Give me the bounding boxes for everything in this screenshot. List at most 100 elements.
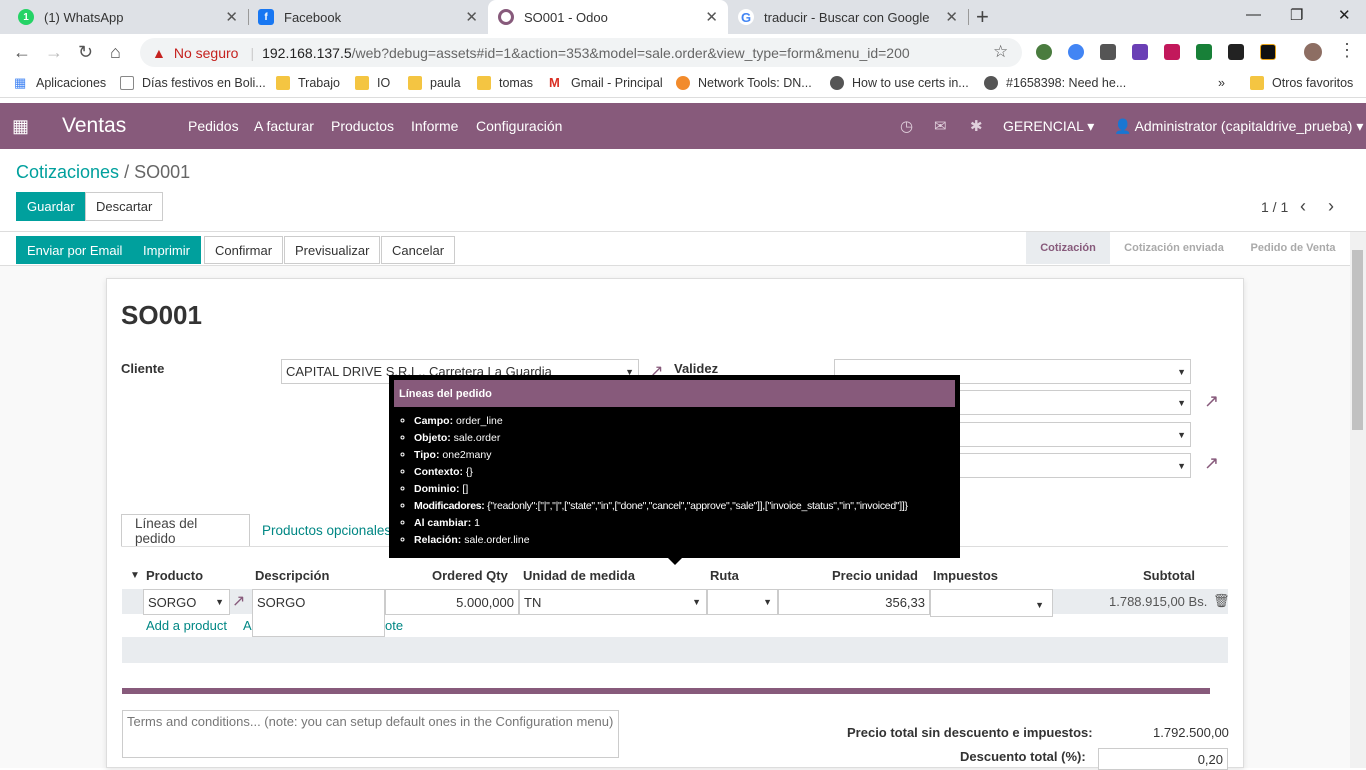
- company-switcher[interactable]: GERENCIAL ▾: [1003, 118, 1094, 135]
- extension-icon[interactable]: [1196, 44, 1212, 60]
- close-icon[interactable]: ✕: [705, 8, 718, 26]
- back-icon[interactable]: ←: [13, 42, 31, 63]
- menu-informe[interactable]: Informe: [411, 118, 458, 134]
- profile-avatar[interactable]: [1304, 43, 1322, 61]
- apps-menu-icon[interactable]: ▦: [12, 116, 29, 137]
- bookmark-item[interactable]: Días festivos en Boli...: [120, 76, 266, 90]
- more-bookmarks[interactable]: »: [1218, 76, 1225, 90]
- activity-clock-icon[interactable]: ◷: [900, 117, 913, 135]
- tab-order-lines[interactable]: Líneas del pedido: [121, 514, 250, 547]
- add-note-link[interactable]: ote: [385, 618, 403, 633]
- payment-terms-field[interactable]: ▼: [955, 422, 1191, 447]
- close-window-icon[interactable]: ✕: [1338, 6, 1351, 24]
- menu-productos[interactable]: Productos: [331, 118, 394, 134]
- bookmark-item[interactable]: #1658398: Need he...: [984, 76, 1126, 90]
- reload-icon[interactable]: ↻: [78, 42, 93, 63]
- trash-icon[interactable]: 🗑: [1213, 593, 1230, 609]
- breadcrumb-parent[interactable]: Cotizaciones: [16, 162, 119, 182]
- bookmark-item[interactable]: tomas: [477, 76, 533, 90]
- discount-field[interactable]: 0,20: [1098, 748, 1228, 770]
- bookmark-item[interactable]: Trabajo: [276, 76, 340, 90]
- tab-facebook[interactable]: f Facebook ✕: [248, 0, 488, 34]
- external-link-icon[interactable]: ↗: [232, 591, 245, 611]
- add-section-link[interactable]: A: [243, 618, 252, 633]
- collapse-caret-icon[interactable]: ▼: [130, 570, 140, 581]
- confirm-button[interactable]: Confirmar: [204, 236, 284, 264]
- menu-configuracion[interactable]: Configuración: [476, 118, 562, 134]
- close-icon[interactable]: ✕: [465, 8, 478, 26]
- forward-icon[interactable]: →: [45, 42, 63, 63]
- bookmark-item[interactable]: How to use certs in...: [830, 76, 969, 90]
- uom-field[interactable]: TN ▼: [519, 589, 707, 615]
- extension-icon[interactable]: [1164, 44, 1180, 60]
- tab-whatsapp[interactable]: 1 (1) WhatsApp ✕: [8, 0, 248, 34]
- new-tab-icon[interactable]: +: [976, 4, 989, 30]
- user-menu[interactable]: 👤 Administrator (capitaldrive_prueba) ▾: [1114, 118, 1363, 135]
- home-icon[interactable]: ⌂: [110, 42, 121, 63]
- cancel-button[interactable]: Cancelar: [381, 236, 456, 264]
- print-button[interactable]: Imprimir: [132, 236, 201, 264]
- product-field[interactable]: SORGO ▼: [143, 589, 230, 615]
- minimize-icon[interactable]: —: [1246, 6, 1261, 23]
- extension-icon[interactable]: [1036, 44, 1052, 60]
- route-field[interactable]: ▼: [707, 589, 778, 615]
- status-cotizacion-enviada[interactable]: Cotización enviada: [1110, 232, 1238, 264]
- extension-icon[interactable]: [1132, 44, 1148, 60]
- status-cotizacion[interactable]: Cotización: [1026, 232, 1110, 264]
- save-button[interactable]: Guardar: [16, 192, 86, 221]
- bookmark-item[interactable]: Network Tools: DN...: [676, 76, 812, 90]
- app-name[interactable]: Ventas: [62, 114, 126, 138]
- external-link-icon[interactable]: ↗: [1204, 453, 1219, 474]
- status-pedido-de-venta[interactable]: Pedido de Venta: [1238, 232, 1348, 264]
- close-icon[interactable]: ✕: [945, 8, 958, 26]
- description-field[interactable]: SORGO: [252, 589, 385, 637]
- pager-value[interactable]: 1 / 1: [1261, 199, 1288, 215]
- extension-icon[interactable]: [1260, 44, 1276, 60]
- salesperson-field[interactable]: ▼: [955, 453, 1191, 478]
- col-ruta[interactable]: Ruta: [710, 568, 739, 583]
- other-favorites[interactable]: Otros favoritos: [1250, 76, 1353, 90]
- discard-button[interactable]: Descartar: [85, 192, 164, 221]
- extension-icon[interactable]: [1068, 44, 1084, 60]
- col-impuestos[interactable]: Impuestos: [933, 568, 998, 583]
- terminal-icon[interactable]: [1228, 44, 1244, 60]
- price-field[interactable]: 356,33: [778, 589, 930, 615]
- scrollbar-thumb[interactable]: [1352, 250, 1363, 430]
- col-descripcion[interactable]: Descripción: [255, 568, 329, 583]
- external-link-icon[interactable]: ↗: [1204, 391, 1219, 412]
- close-icon[interactable]: ✕: [225, 8, 238, 26]
- next-record-icon[interactable]: ›: [1328, 196, 1334, 217]
- bookmark-item[interactable]: ▦ Aplicaciones: [14, 76, 106, 91]
- col-unidad[interactable]: Unidad de medida: [523, 568, 635, 583]
- url-field[interactable]: ▲ No seguro | 192.168.137.5/web?debug=as…: [140, 38, 1022, 67]
- col-subtotal[interactable]: Subtotal: [1143, 568, 1195, 583]
- bookmark-item[interactable]: M Gmail - Principal: [549, 76, 663, 91]
- bookmark-star-icon[interactable]: ☆: [993, 42, 1008, 62]
- col-ordered-qty[interactable]: Ordered Qty: [432, 568, 508, 583]
- col-producto[interactable]: Producto: [146, 568, 203, 583]
- add-product-link[interactable]: Add a product: [146, 618, 227, 633]
- tab-google[interactable]: G traducir - Buscar con Google ✕: [728, 0, 968, 34]
- qty-field[interactable]: 5.000,000: [385, 589, 519, 615]
- terms-field[interactable]: Terms and conditions... (note: you can s…: [122, 710, 619, 758]
- preview-button[interactable]: Previsualizar: [284, 236, 381, 264]
- debug-bug-icon[interactable]: ✱: [970, 117, 983, 135]
- chat-icon[interactable]: ✉: [934, 117, 947, 135]
- col-precio-unidad[interactable]: Precio unidad: [832, 568, 918, 583]
- menu-icon[interactable]: ⋮: [1338, 40, 1356, 61]
- tab-odoo[interactable]: SO001 - Odoo ✕: [488, 0, 728, 34]
- menu-a-facturar[interactable]: A facturar: [254, 118, 314, 134]
- folder-icon: [1250, 76, 1264, 90]
- prev-record-icon[interactable]: ‹: [1300, 196, 1306, 217]
- security-label[interactable]: No seguro: [174, 45, 239, 61]
- folder-icon: [276, 76, 290, 90]
- taxes-field[interactable]: ▼: [930, 589, 1053, 617]
- menu-pedidos[interactable]: Pedidos: [188, 118, 239, 134]
- send-email-button[interactable]: Enviar por Email: [16, 236, 134, 264]
- bookmark-item[interactable]: paula: [408, 76, 461, 90]
- tab-optional-products[interactable]: Productos opcionales: [249, 514, 404, 547]
- restore-icon[interactable]: ❐: [1290, 6, 1303, 24]
- extension-icon[interactable]: [1100, 44, 1116, 60]
- pricelist-field[interactable]: ▼: [955, 390, 1191, 415]
- bookmark-item[interactable]: IO: [355, 76, 390, 90]
